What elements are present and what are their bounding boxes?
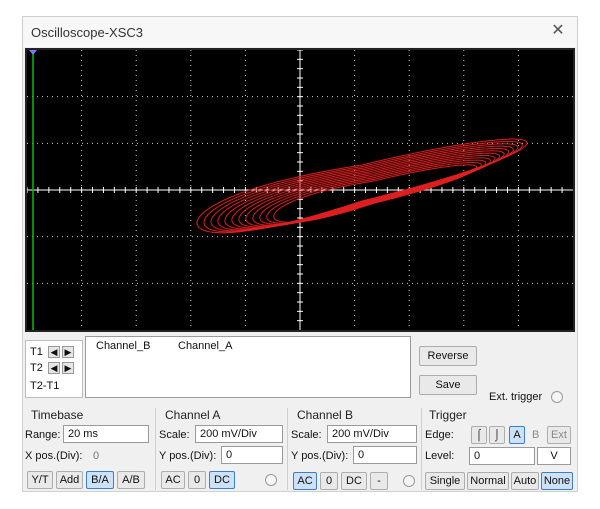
channel-b-zero-button[interactable]: 0 [320,472,338,490]
t2-left-arrow-icon[interactable]: ◀ [48,362,60,374]
trigger-source-a-button[interactable]: A [509,426,525,444]
channel-a-scale-field[interactable]: 200 mV/Div [195,425,283,443]
cursor-readout: T1 ◀ ▶ T2 ◀ ▶ T2-T1 [25,340,83,398]
trigger-none-button[interactable]: None [541,472,573,490]
channel-readout-table: Channel_B Channel_A [85,336,411,398]
timebase-range-field[interactable]: 20 ms [63,425,149,443]
mode-ab-button[interactable]: A/B [117,471,145,489]
close-icon[interactable]: ✕ [549,22,567,40]
channel-b-ac-button[interactable]: AC [293,472,317,490]
channel-a-radio[interactable] [265,474,277,486]
trace-loop [203,140,523,233]
channel-b-dc-button[interactable]: DC [341,472,367,490]
channel-a-ypos-label: Y pos.(Div): [159,450,217,462]
timebase-title: Timebase [31,408,84,422]
t1-right-arrow-icon[interactable]: ▶ [62,346,74,358]
channel-b-radio[interactable] [403,475,415,487]
title-bar[interactable]: Oscilloscope-XSC3 ✕ [23,17,577,47]
xpos-label: X pos.(Div): [25,450,83,462]
channel-b-scale-field[interactable]: 200 mV/Div [327,425,417,443]
trigger-title: Trigger [429,408,467,422]
oscilloscope-window: Oscilloscope-XSC3 ✕ T1 ◀ ▶ T2 ◀ ▶ T2 - T1 … [22,16,578,492]
channel-a-zero-button[interactable]: 0 [188,471,206,489]
t2-label: T2 [30,362,43,374]
edge-falling-icon[interactable]: ⌡ [489,426,505,444]
channel-a-ac-button[interactable]: AC [161,471,185,489]
timebase-range-label: Range: [25,429,61,441]
t2-right-arrow-icon[interactable]: ▶ [62,362,74,374]
channel-a-scale-label: Scale: [159,429,190,441]
trigger-level-label: Level: [425,450,455,462]
cursor-t2-row: T2 ◀ ▶ [30,361,74,375]
channel-b-scale-label: Scale: [291,429,322,441]
ext-trigger-radio[interactable] [551,391,563,403]
t2t1-label: T2-T1 [30,380,60,392]
t1-left-arrow-icon[interactable]: ◀ [48,346,60,358]
separator [421,408,422,490]
trigger-level-unit[interactable]: V [537,447,571,465]
save-button[interactable]: Save [419,375,477,395]
channel-b-minus-button[interactable]: - [370,472,388,490]
window-title: Oscilloscope-XSC3 [31,25,143,40]
separator [287,408,288,490]
channel-a-header: Channel_A [178,340,233,352]
trigger-source-b-button[interactable]: B [532,429,539,441]
trigger-auto-button[interactable]: Auto [511,472,539,490]
cursor-1-marker-icon [29,50,37,55]
channel-b-title: Channel B [297,408,354,422]
reverse-button[interactable]: Reverse [419,346,477,366]
channel-b-ypos-label: Y pos.(Div): [291,450,349,462]
t1-label: T1 [30,346,43,358]
channel-a-title: Channel A [165,408,221,422]
trigger-source-ext-button[interactable]: Ext [547,426,571,444]
mode-yt-button[interactable]: Y/T [27,471,53,489]
channel-a-ypos-field[interactable]: 0 [221,446,283,464]
trigger-normal-button[interactable]: Normal [467,472,509,490]
trigger-edge-label: Edge: [425,429,454,441]
edge-rising-icon[interactable]: ⌠ [471,426,487,444]
trigger-single-button[interactable]: Single [425,472,465,490]
scope-screen [25,48,575,332]
channel-a-dc-button[interactable]: DC [209,471,235,489]
scope-display [27,50,573,330]
mode-ba-button[interactable]: B/A [86,471,114,489]
ext-trigger-label: Ext. trigger [489,391,543,403]
separator [155,408,156,490]
xpos-value[interactable]: 0 [93,450,99,462]
cursor-t1-row: T1 ◀ ▶ [30,345,74,359]
channel-b-header: Channel_B [96,340,151,352]
cursor-t2t1-row: T2-T1 [30,379,59,393]
trigger-level-field[interactable]: 0 [469,447,535,465]
channel-b-ypos-field[interactable]: 0 [353,446,417,464]
mode-add-button[interactable]: Add [56,471,83,489]
